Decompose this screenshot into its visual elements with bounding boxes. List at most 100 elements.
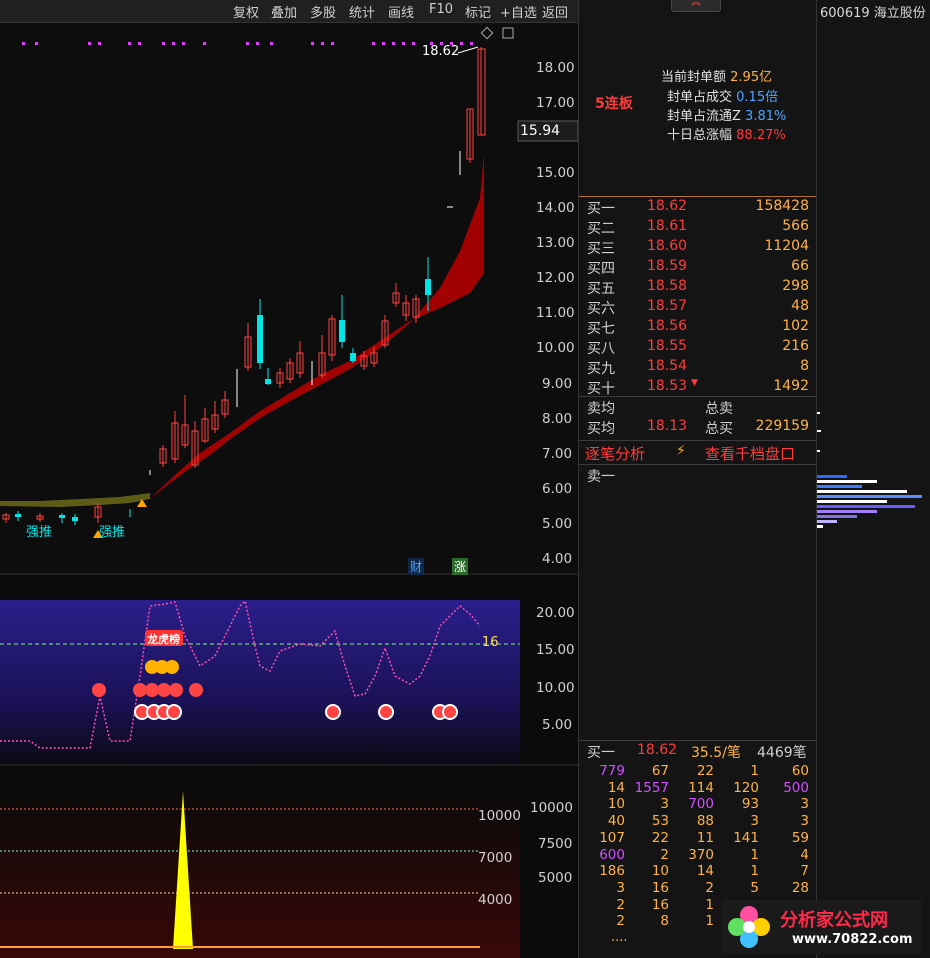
bid-level-label: 买一 (587, 201, 615, 217)
bid-level-row[interactable]: 买一 18.62 158428 (579, 198, 817, 218)
bid-level-row[interactable]: 买四 18.59 66 (579, 258, 817, 278)
queue-cell: 7 (800, 863, 809, 880)
queue-cell: 120 (733, 779, 759, 796)
bid-level-row[interactable]: 买二 18.61 566 (579, 218, 817, 238)
bid-volume: 48 (791, 298, 809, 314)
y-tick: 4.00 (542, 551, 573, 567)
bid-volume: 11204 (764, 238, 809, 254)
y-tick: 13.00 (536, 235, 575, 251)
level-label: 10000 (478, 808, 521, 824)
queue-cell: 500 (783, 779, 809, 796)
queue-cell: 1 (750, 763, 759, 779)
y-tick: 7.00 (542, 446, 573, 462)
queue-cell: 3 (800, 796, 809, 813)
bid-price: 18.57 (647, 298, 688, 314)
toolbar-f10-button[interactable]: F10 (429, 2, 453, 17)
queue-row: 14 1557 114 120 500 (579, 780, 817, 797)
queue-cell: 10 (651, 863, 669, 880)
queue-cell: 22 (651, 829, 669, 846)
queue-cell: 93 (741, 796, 759, 813)
summary-row: 当前封单额 2.95亿 (661, 70, 773, 85)
queue-cell: 2 (616, 896, 625, 913)
finance-badge[interactable]: 财 (408, 558, 425, 575)
lightning-icon: ⚡ (676, 443, 686, 459)
bid-level-row[interactable]: 买六 18.57 48 (579, 298, 817, 318)
candlestick-chart[interactable] (0, 23, 578, 575)
flower-logo-icon (728, 906, 770, 948)
ask-one-label: 卖一 (587, 469, 615, 485)
logo-url: www.70822.com (792, 932, 913, 947)
y-tick: 11.00 (536, 305, 575, 321)
toolbar-overlay-button[interactable]: 叠加 (271, 2, 297, 21)
queue-cell: 10 (607, 796, 625, 813)
queue-cell: 700 (688, 796, 714, 813)
queue-cell: 114 (688, 779, 714, 796)
bid-level-row[interactable]: 买七 18.56 102 (579, 318, 817, 338)
indicator-chart[interactable] (0, 576, 578, 766)
strong-push-annotation: 强推 (26, 525, 53, 540)
toolbar-adjust-button[interactable]: 复权 (233, 2, 259, 21)
queue-cell: 2 (660, 846, 669, 863)
y-tick: 10.00 (536, 680, 575, 696)
tick-analysis-link[interactable]: 逐笔分析 (585, 443, 645, 464)
bid-volume: 566 (782, 218, 809, 234)
queue-cell: 59 (791, 829, 809, 846)
queue-cell: 11 (696, 829, 714, 846)
y-tick: 6.00 (542, 481, 573, 497)
queue-cell: 16 (651, 879, 669, 896)
bid-level-row[interactable]: 买三 18.60 11204 (579, 238, 817, 258)
bid-level-label: 买五 (587, 281, 615, 297)
queue-cell: 3 (750, 813, 759, 830)
queue-cell: 67 (651, 763, 669, 779)
bid-price: 18.61 (647, 218, 688, 234)
queue-cell: 4 (800, 846, 809, 863)
view-depth-link[interactable]: 查看千档盘口 (705, 443, 795, 464)
queue-cell: 1 (705, 913, 714, 930)
toolbar-stats-button[interactable]: 统计 (349, 2, 375, 21)
bid-level-label: 买九 (587, 361, 615, 377)
queue-cell: 88 (696, 813, 714, 830)
queue-cell: 2 (705, 879, 714, 896)
chart-toolbar: 复权 叠加 多股 统计 画线 F10 标记 +自选 返回 (0, 0, 578, 23)
profile-bars (817, 475, 922, 528)
bid-price: 18.53 (647, 378, 688, 394)
bid-volume: 216 (782, 338, 809, 354)
bid-level-label: 买二 (587, 221, 615, 237)
toolbar-back-button[interactable]: 返回 (542, 2, 568, 21)
toolbar-draw-button[interactable]: 画线 (388, 2, 414, 21)
y-tick: 5.00 (542, 717, 573, 733)
toolbar-multi-stock-button[interactable]: 多股 (310, 2, 336, 21)
summary-row: 封单占成交 0.15倍 (667, 90, 779, 105)
bid-level-row[interactable]: 买九 18.54 8 (579, 358, 817, 378)
avg-buy-row: 买均 18.13 总买 229159 (587, 418, 809, 437)
collapse-button[interactable]: ︽ (671, 0, 721, 12)
dragon-tiger-tag: 龙虎榜 (147, 633, 180, 646)
bid-level-row[interactable]: 买十 18.53 1492 ▼ (579, 378, 817, 398)
bid-level-row[interactable]: 买五 18.58 298 (579, 278, 817, 298)
chart-area[interactable]: 复权 叠加 多股 统计 画线 F10 标记 +自选 返回 18.62 15.94… (0, 0, 578, 958)
queue-cell: 14 (607, 779, 625, 796)
toolbar-add-watchlist-button[interactable]: +自选 (500, 2, 537, 21)
queue-row: 107 22 11 141 59 (579, 830, 817, 847)
y-tick: 15.00 (536, 165, 575, 181)
y-tick: 5.00 (542, 516, 573, 532)
queue-cell: 3 (800, 813, 809, 830)
strong-push-annotation: 强推 (99, 525, 126, 540)
queue-cell: 40 (607, 813, 625, 830)
queue-cell: 600 (599, 846, 625, 863)
y-tick: 12.00 (536, 270, 575, 286)
bid-level-row[interactable]: 买八 18.55 216 (579, 338, 817, 358)
level-label: 7000 (478, 850, 513, 866)
bid-price: 18.60 (647, 238, 688, 254)
queue-cell: 3 (660, 796, 669, 813)
bid-price: 18.55 (647, 338, 688, 354)
toolbar-mark-button[interactable]: 标记 (465, 2, 491, 21)
quote-panel: ︽ 5连板 当前封单额 2.95亿 封单占成交 0.15倍 封单占流通Z 3.8… (578, 0, 817, 958)
queue-cell: 16 (651, 896, 669, 913)
queue-row: 779 67 22 1 60 (579, 763, 817, 780)
bid-price: 18.54 (647, 358, 688, 374)
y-tick: 17.00 (536, 95, 575, 111)
dragon-tiger-badge[interactable]: 涨 (452, 558, 469, 575)
site-logo: 分析家公式网 www.70822.com (722, 900, 922, 954)
current-price-label: 15.94 (520, 123, 561, 139)
